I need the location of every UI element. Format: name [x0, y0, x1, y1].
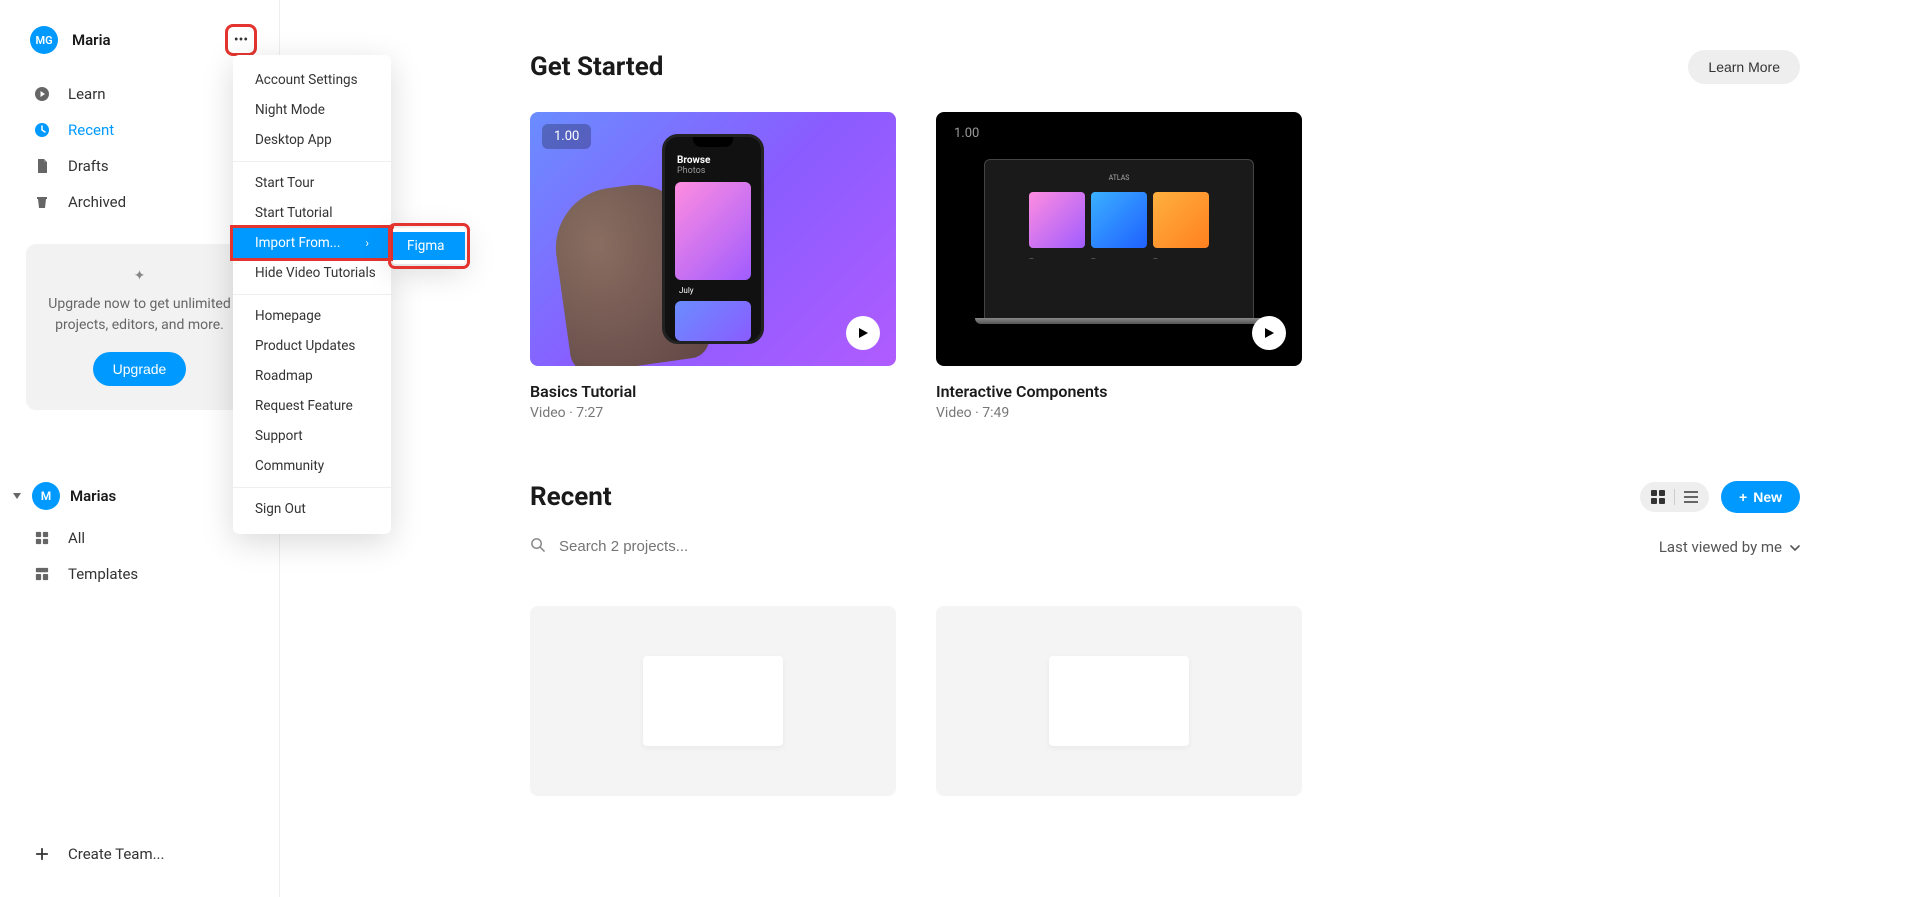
- recent-header: Recent + New: [530, 481, 1800, 513]
- project-thumbnail: [1049, 656, 1189, 746]
- team-name: Marias: [70, 487, 223, 505]
- new-button[interactable]: + New: [1721, 481, 1800, 513]
- plus-icon: +: [1739, 489, 1747, 505]
- card-meta: Video · 7:49: [936, 405, 1302, 421]
- import-submenu: Figma: [393, 228, 465, 264]
- tutorial-card-interactive[interactable]: ATLAS ——— 1.00 Interactive Comp: [936, 112, 1302, 421]
- chevron-down-icon: [12, 491, 22, 501]
- search-input[interactable]: [559, 538, 859, 555]
- create-team-button[interactable]: Create Team...: [0, 831, 279, 877]
- get-started-title: Get Started: [530, 52, 663, 82]
- user-avatar[interactable]: MG: [30, 26, 58, 54]
- play-button[interactable]: [846, 316, 880, 350]
- dd-night-mode[interactable]: Night Mode: [233, 95, 391, 125]
- ellipsis-icon: •••: [234, 32, 248, 48]
- sort-dropdown[interactable]: Last viewed by me: [1659, 538, 1800, 556]
- dd-start-tour[interactable]: Start Tour: [233, 168, 391, 198]
- trash-icon: [34, 194, 50, 210]
- sort-label: Last viewed by me: [1659, 538, 1782, 556]
- dd-roadmap[interactable]: Roadmap: [233, 361, 391, 391]
- play-circle-icon: [34, 86, 50, 102]
- grid-icon: [34, 530, 50, 546]
- grid-icon: [1651, 490, 1665, 504]
- plus-icon: [34, 846, 50, 862]
- phone-subheading: Photos: [677, 166, 705, 176]
- recent-project-card[interactable]: [530, 606, 896, 796]
- project-thumbnail: [643, 656, 783, 746]
- phone-month-label: July: [671, 282, 755, 299]
- templates-icon: [34, 566, 50, 582]
- clock-icon: [34, 122, 50, 138]
- sidebar: MG Maria ••• Learn Recent: [0, 0, 280, 897]
- grid-view-button[interactable]: [1644, 486, 1672, 508]
- view-toggle: [1640, 482, 1709, 512]
- recent-project-card[interactable]: [936, 606, 1302, 796]
- dd-desktop-app[interactable]: Desktop App: [233, 125, 391, 155]
- upgrade-button[interactable]: Upgrade: [93, 352, 187, 386]
- dd-product-updates[interactable]: Product Updates: [233, 331, 391, 361]
- sparkle-icon: ✦: [44, 268, 235, 284]
- dd-account-settings[interactable]: Account Settings: [233, 65, 391, 95]
- dd-homepage[interactable]: Homepage: [233, 301, 391, 331]
- play-icon: [1263, 327, 1275, 339]
- nav-label: All: [68, 529, 85, 547]
- get-started-header: Get Started Learn More: [530, 50, 1800, 84]
- recent-cards: [530, 606, 1800, 796]
- duration-badge: 1.00: [954, 126, 979, 141]
- nav-label: Drafts: [68, 157, 109, 175]
- nav-label: Learn: [68, 85, 106, 103]
- list-icon: [1684, 490, 1698, 504]
- dd-sign-out[interactable]: Sign Out: [233, 494, 391, 524]
- tutorial-cards: BrowsePhotos July 1.00 Basics Tutorial V…: [530, 112, 1800, 421]
- upgrade-box: ✦ Upgrade now to get unlimited projects,…: [26, 244, 253, 410]
- main-content: Get Started Learn More BrowsePhotos July…: [280, 0, 1920, 897]
- search-icon: [530, 537, 545, 556]
- dd-import-figma[interactable]: Figma: [393, 232, 465, 260]
- list-view-button[interactable]: [1677, 486, 1705, 508]
- learn-more-button[interactable]: Learn More: [1688, 50, 1800, 84]
- nav-label: Recent: [68, 121, 114, 139]
- card-title: Basics Tutorial: [530, 382, 896, 401]
- duration-badge: 1.00: [542, 124, 591, 149]
- user-name: Maria: [72, 31, 111, 49]
- dd-start-tutorial[interactable]: Start Tutorial: [233, 198, 391, 228]
- chevron-down-icon: [1790, 538, 1800, 556]
- dd-import-label: Import From...: [255, 235, 340, 251]
- tutorial-thumbnail: ATLAS ——— 1.00: [936, 112, 1302, 366]
- nav-label: Templates: [68, 565, 138, 583]
- card-title: Interactive Components: [936, 382, 1302, 401]
- more-button[interactable]: •••: [227, 26, 255, 54]
- dd-community[interactable]: Community: [233, 451, 391, 481]
- team-nav-templates[interactable]: Templates: [0, 556, 279, 592]
- card-meta: Video · 7:27: [530, 405, 896, 421]
- laptop-title: ATLAS: [995, 174, 1243, 182]
- dd-import-from[interactable]: Import From... ›: [233, 228, 391, 258]
- dd-request-feature[interactable]: Request Feature: [233, 391, 391, 421]
- team-avatar: M: [32, 482, 60, 510]
- chevron-right-icon: ›: [365, 236, 369, 250]
- tutorial-card-basics[interactable]: BrowsePhotos July 1.00 Basics Tutorial V…: [530, 112, 896, 421]
- dd-support[interactable]: Support: [233, 421, 391, 451]
- recent-title: Recent: [530, 482, 612, 512]
- tutorial-thumbnail: BrowsePhotos July 1.00: [530, 112, 896, 366]
- file-icon: [34, 158, 50, 174]
- laptop-graphic: ATLAS ———: [984, 159, 1254, 319]
- nav-label: Archived: [68, 193, 126, 211]
- account-dropdown: Account Settings Night Mode Desktop App …: [233, 55, 391, 534]
- upgrade-text: Upgrade now to get unlimited projects, e…: [44, 294, 235, 336]
- play-icon: [857, 327, 869, 339]
- new-label: New: [1753, 489, 1782, 505]
- search-row: Last viewed by me: [530, 537, 1800, 556]
- play-button[interactable]: [1252, 316, 1286, 350]
- dd-hide-video[interactable]: Hide Video Tutorials: [233, 258, 391, 288]
- create-team-label: Create Team...: [68, 845, 164, 863]
- phone-graphic: BrowsePhotos July: [662, 134, 764, 344]
- phone-heading: Browse: [677, 155, 710, 166]
